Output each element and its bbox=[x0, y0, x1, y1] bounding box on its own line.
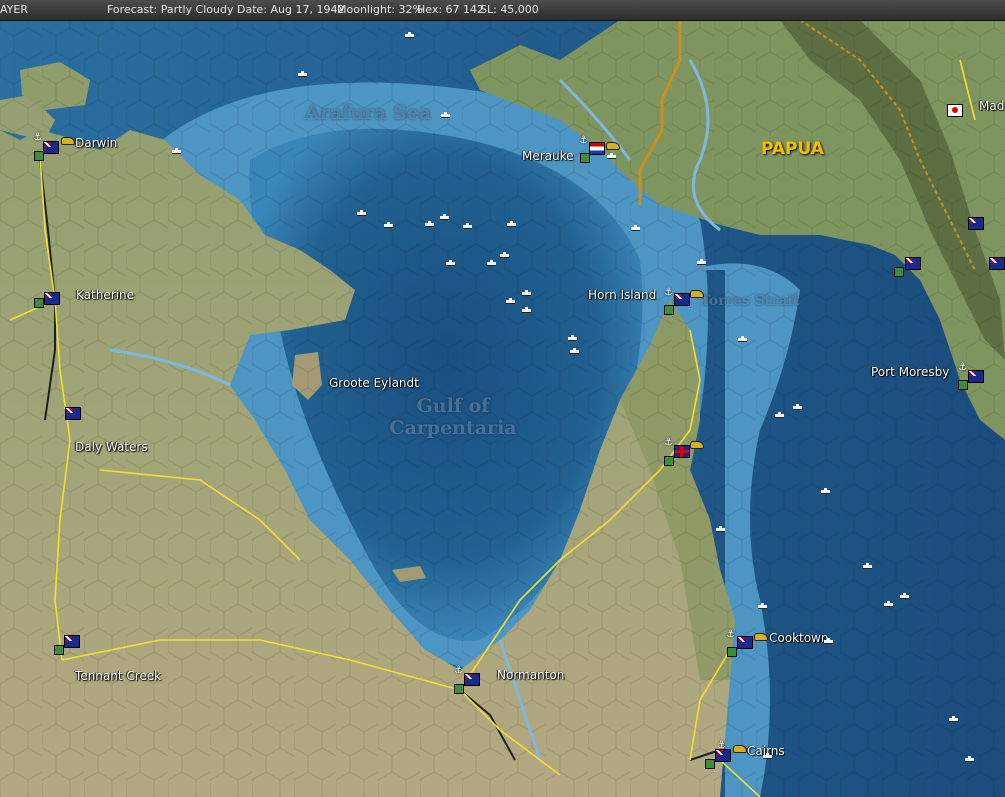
united-kingdom-flag-icon[interactable] bbox=[674, 445, 690, 458]
ship-marker[interactable] bbox=[716, 526, 725, 532]
ship-marker[interactable] bbox=[824, 638, 833, 644]
ship-marker[interactable] bbox=[298, 71, 307, 77]
base-marker[interactable] bbox=[664, 456, 674, 466]
australia-flag-icon[interactable] bbox=[968, 217, 984, 230]
australia-flag-icon[interactable] bbox=[44, 292, 60, 305]
air-unit-icon[interactable] bbox=[690, 441, 704, 449]
ship-marker[interactable] bbox=[500, 252, 509, 258]
base-marker[interactable] bbox=[705, 759, 715, 769]
place-darwin[interactable]: Darwin bbox=[75, 136, 117, 150]
hex-readout: Hex: 67 142 bbox=[417, 3, 485, 16]
australia-flag-icon[interactable] bbox=[64, 635, 80, 648]
australia-flag-icon[interactable] bbox=[905, 257, 921, 270]
australia-flag-icon[interactable] bbox=[464, 673, 480, 686]
ship-marker[interactable] bbox=[821, 488, 830, 494]
status-bar: AYER Forecast: Partly Cloudy Date: Aug 1… bbox=[0, 0, 1005, 21]
port-anchor-icon: ⚓ bbox=[579, 135, 588, 146]
ship-marker[interactable] bbox=[506, 298, 515, 304]
arafura-sea-label: Arafura Sea bbox=[305, 102, 432, 124]
ship-marker[interactable] bbox=[738, 336, 747, 342]
place-port-moresby[interactable]: Port Moresby bbox=[871, 365, 949, 379]
gulf-label-line1: Gulf of bbox=[416, 395, 490, 417]
ship-marker[interactable] bbox=[631, 225, 640, 231]
view-label: AYER bbox=[0, 3, 28, 16]
torres-strait-label: Torres Strait bbox=[700, 293, 800, 309]
ship-marker[interactable] bbox=[357, 210, 366, 216]
base-marker[interactable] bbox=[727, 647, 737, 657]
ship-marker[interactable] bbox=[965, 756, 974, 762]
base-marker[interactable] bbox=[54, 645, 64, 655]
ship-marker[interactable] bbox=[425, 221, 434, 227]
place-horn-island[interactable]: Horn Island bbox=[588, 288, 656, 302]
ship-marker[interactable] bbox=[775, 412, 784, 418]
ship-marker[interactable] bbox=[793, 404, 802, 410]
place-madang[interactable]: Mad bbox=[979, 99, 1004, 113]
base-marker[interactable] bbox=[454, 684, 464, 694]
base-marker[interactable] bbox=[894, 267, 904, 277]
air-unit-icon[interactable] bbox=[690, 290, 704, 298]
place-katherine[interactable]: Katherine bbox=[76, 288, 134, 302]
air-unit-icon[interactable] bbox=[754, 633, 768, 641]
ship-marker[interactable] bbox=[697, 259, 706, 265]
port-anchor-icon: ⚓ bbox=[33, 132, 42, 143]
ship-marker[interactable] bbox=[763, 753, 772, 759]
place-cooktown[interactable]: Cooktown bbox=[769, 631, 828, 645]
ship-marker[interactable] bbox=[384, 222, 393, 228]
ship-marker[interactable] bbox=[522, 290, 531, 296]
ship-marker[interactable] bbox=[446, 260, 455, 266]
australia-flag-icon[interactable] bbox=[674, 293, 690, 306]
australia-flag-icon[interactable] bbox=[989, 257, 1005, 270]
ship-marker[interactable] bbox=[570, 348, 579, 354]
ship-marker[interactable] bbox=[487, 260, 496, 266]
australia-flag-icon[interactable] bbox=[968, 370, 984, 383]
japan-flag-icon[interactable] bbox=[947, 104, 963, 117]
ship-marker[interactable] bbox=[949, 716, 958, 722]
australia-flag-icon[interactable] bbox=[65, 407, 81, 420]
base-marker[interactable] bbox=[580, 153, 590, 163]
map-view[interactable]: Arafura Sea Gulf of Carpentaria Torres S… bbox=[0, 20, 1005, 797]
port-anchor-icon: ⚓ bbox=[454, 665, 463, 676]
ship-marker[interactable] bbox=[568, 335, 577, 341]
place-normanton[interactable]: Normanton bbox=[497, 668, 564, 682]
moonlight-readout: Moonlight: 32% bbox=[337, 3, 423, 16]
port-anchor-icon: ⚓ bbox=[726, 629, 735, 640]
gulf-label: Gulf of Carpentaria bbox=[388, 395, 518, 439]
ship-marker[interactable] bbox=[441, 112, 450, 118]
australia-flag-icon[interactable] bbox=[43, 141, 59, 154]
australia-flag-icon[interactable] bbox=[737, 636, 753, 649]
ship-marker[interactable] bbox=[440, 214, 449, 220]
ship-marker[interactable] bbox=[900, 593, 909, 599]
port-anchor-icon: ⚓ bbox=[958, 362, 967, 373]
gulf-label-line2: Carpentaria bbox=[389, 417, 517, 439]
air-unit-icon[interactable] bbox=[61, 137, 75, 145]
base-marker[interactable] bbox=[34, 298, 44, 308]
sea-level-readout: SL: 45,000 bbox=[480, 3, 539, 16]
base-marker[interactable] bbox=[34, 151, 44, 161]
ship-marker[interactable] bbox=[522, 307, 531, 313]
ship-marker[interactable] bbox=[863, 563, 872, 569]
australia-flag-icon[interactable] bbox=[715, 749, 731, 762]
date-readout: Date: Aug 17, 1942 bbox=[237, 3, 345, 16]
air-unit-icon[interactable] bbox=[733, 745, 747, 753]
forecast-readout: Forecast: Partly Cloudy bbox=[107, 3, 234, 16]
ship-marker[interactable] bbox=[884, 601, 893, 607]
ship-marker[interactable] bbox=[758, 603, 767, 609]
port-anchor-icon: ⚓ bbox=[664, 437, 673, 448]
place-merauke[interactable]: Merauke bbox=[522, 149, 574, 163]
ship-marker[interactable] bbox=[507, 221, 516, 227]
place-tennant-creek[interactable]: Tennant Creek bbox=[75, 669, 161, 683]
place-daly-waters[interactable]: Daly Waters bbox=[75, 440, 148, 454]
netherlands-flag-icon[interactable] bbox=[589, 142, 605, 155]
ship-marker[interactable] bbox=[405, 32, 414, 38]
port-anchor-icon: ⚓ bbox=[664, 287, 673, 298]
papua-region-label: PAPUA bbox=[761, 139, 824, 159]
ship-marker[interactable] bbox=[172, 148, 181, 154]
ship-marker[interactable] bbox=[463, 223, 472, 229]
base-marker[interactable] bbox=[958, 380, 968, 390]
place-groote-eylandt[interactable]: Groote Eylandt bbox=[329, 376, 419, 390]
base-marker[interactable] bbox=[664, 305, 674, 315]
air-unit-icon[interactable] bbox=[606, 142, 620, 150]
ship-marker[interactable] bbox=[607, 153, 616, 159]
